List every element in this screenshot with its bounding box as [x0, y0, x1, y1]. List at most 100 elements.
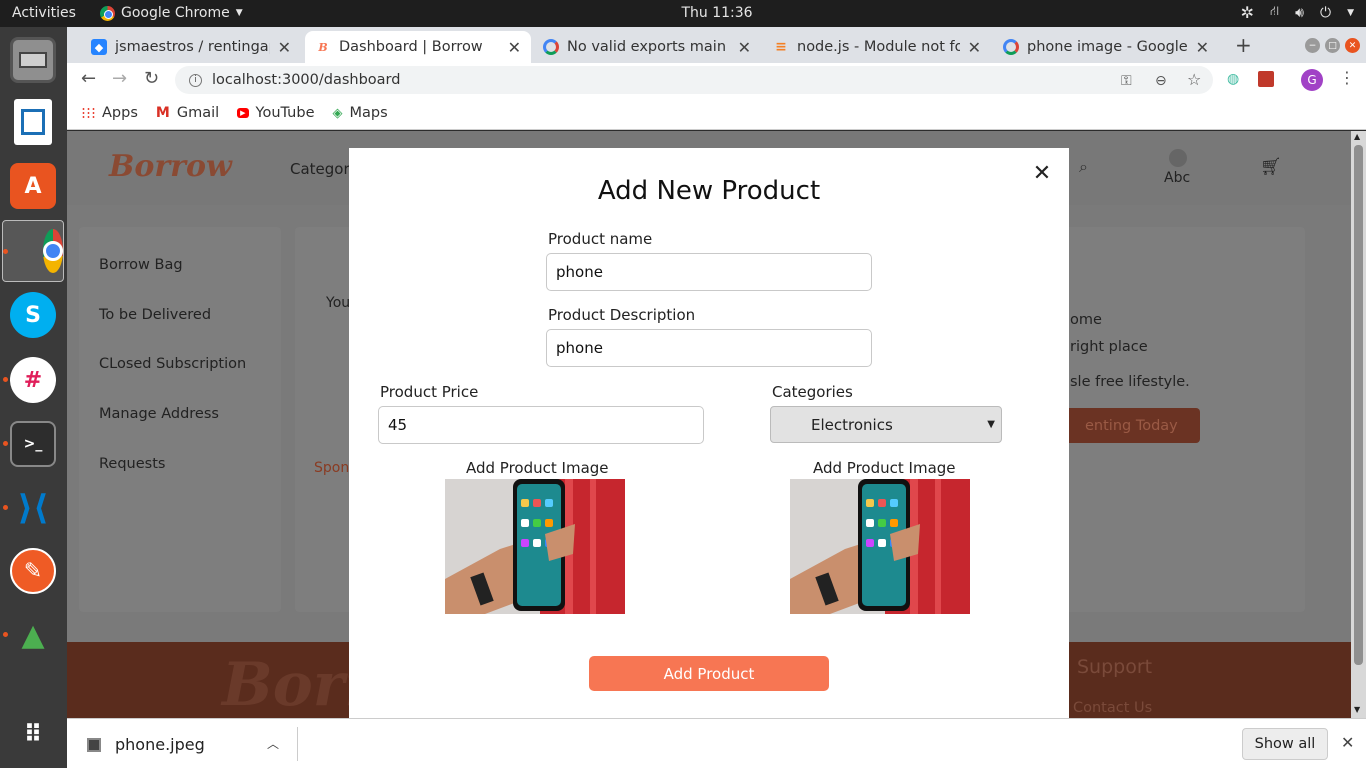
phone-photo: [445, 479, 625, 614]
skype-icon[interactable]: S: [10, 292, 56, 338]
footer-support-heading: Support: [1077, 656, 1153, 678]
phone-photo: [790, 479, 970, 614]
system-tray[interactable]: ✲ ⛙ 🔊︎ ⏻ ▼: [1241, 3, 1354, 22]
running-indicator: [3, 441, 8, 446]
sidebar-item-borrow-bag[interactable]: Borrow Bag: [99, 257, 183, 273]
main-text-partial: You: [326, 295, 351, 311]
close-window-icon[interactable]: ✕: [1345, 38, 1360, 53]
download-item[interactable]: phone.jpeg: [87, 735, 205, 754]
bookmark-gmail[interactable]: M Gmail: [156, 105, 219, 121]
postman-icon[interactable]: ✎: [10, 548, 56, 594]
tab-bitbucket[interactable]: ◆ jsmaestros / rentingapp ✕: [81, 31, 301, 63]
bookmark-youtube[interactable]: ▶ YouTube: [237, 105, 315, 121]
promo-line-2: right place: [1070, 339, 1148, 355]
accessibility-icon[interactable]: ✲: [1241, 3, 1254, 22]
nav-categories[interactable]: Categor: [290, 160, 350, 178]
product-description-input[interactable]: phone: [546, 329, 872, 367]
close-tab-icon[interactable]: ✕: [968, 38, 981, 57]
extension-icon[interactable]: ◍: [1227, 71, 1239, 87]
forward-icon[interactable]: →: [112, 68, 127, 89]
tab-phone-image[interactable]: phone image - Google Se ✕: [993, 31, 1219, 63]
google-icon: [543, 39, 559, 55]
clock[interactable]: Thu 11:36: [0, 5, 1366, 21]
promo-line-3: sle free lifestyle.: [1070, 374, 1190, 390]
files-icon[interactable]: [10, 37, 56, 83]
chevron-down-icon: ▼: [1347, 7, 1354, 18]
reload-icon[interactable]: ↻: [144, 68, 159, 89]
tab-nodejs-module[interactable]: ≡ node.js - Module not fou ✕: [763, 31, 991, 63]
divider: [297, 727, 298, 761]
product-price-input[interactable]: 45: [378, 406, 704, 444]
zoom-icon[interactable]: ⊖: [1155, 73, 1167, 89]
close-tab-icon[interactable]: ✕: [738, 38, 751, 57]
search-icon[interactable]: ⌕: [1079, 157, 1088, 177]
close-icon[interactable]: ✕: [1341, 733, 1354, 752]
writer-icon[interactable]: [14, 99, 52, 145]
tab-dashboard[interactable]: B Dashboard | Borrow ✕: [305, 31, 531, 63]
volume-icon: 🔊︎: [1295, 4, 1304, 21]
new-tab-button[interactable]: +: [1235, 33, 1252, 57]
product-image-1[interactable]: [445, 479, 625, 614]
sidebar-item-manage-address[interactable]: Manage Address: [99, 406, 219, 422]
add-product-button[interactable]: Add Product: [589, 656, 829, 691]
user-name[interactable]: Abc: [1164, 170, 1190, 186]
chrome-icon[interactable]: [2, 220, 64, 282]
categories-select[interactable]: Electronics ▼: [770, 406, 1002, 443]
scroll-down-icon[interactable]: ▼: [1354, 705, 1360, 714]
close-tab-icon[interactable]: ✕: [278, 38, 291, 57]
tab-strip: ◆ jsmaestros / rentingapp ✕ B Dashboard …: [67, 27, 1366, 63]
sidebar-item-to-be-delivered[interactable]: To be Delivered: [99, 307, 211, 323]
profile-avatar[interactable]: G: [1301, 69, 1323, 91]
key-icon[interactable]: ⚿: [1121, 73, 1132, 89]
tab-no-valid-exports[interactable]: No valid exports main fo ✕: [533, 31, 761, 63]
modal-title: Add New Product: [597, 176, 821, 206]
bookmark-apps[interactable]: Apps: [81, 105, 138, 121]
running-indicator: [3, 632, 8, 637]
url-path: :3000/dashboard: [277, 72, 401, 88]
close-tab-icon[interactable]: ✕: [1196, 38, 1209, 57]
product-price-label: Product Price: [380, 383, 479, 401]
chevron-up-icon[interactable]: ︿: [267, 735, 279, 752]
running-indicator: [3, 377, 8, 382]
scrollbar-thumb[interactable]: [1354, 145, 1363, 665]
user-avatar-icon[interactable]: [1169, 149, 1187, 167]
menu-icon[interactable]: ⋮: [1339, 68, 1355, 87]
stackoverflow-icon: ≡: [775, 39, 787, 55]
star-icon[interactable]: ☆: [1187, 70, 1201, 89]
product-name-input[interactable]: phone: [546, 253, 872, 291]
terminal-icon[interactable]: >_: [10, 421, 56, 467]
show-all-button[interactable]: Show all: [1242, 728, 1328, 760]
site-logo[interactable]: Borrow: [109, 149, 232, 184]
cart-icon[interactable]: 🛒︎: [1260, 157, 1282, 177]
back-icon[interactable]: ←: [81, 68, 96, 89]
vscode-icon[interactable]: ⟩⟨: [10, 485, 56, 531]
scroll-up-icon[interactable]: ▲: [1354, 132, 1360, 141]
product-image-2[interactable]: [790, 479, 970, 614]
minimize-icon[interactable]: −: [1305, 38, 1320, 53]
bookmarks-bar: Apps M Gmail ▶ YouTube ◈ Maps: [67, 97, 1366, 130]
product-image-label-2: Add Product Image: [813, 459, 956, 477]
dock: A S # >_ ⟩⟨ ✎ ▲ ⠿: [0, 27, 67, 768]
bitbucket-icon: ◆: [91, 39, 107, 55]
slack-icon[interactable]: #: [10, 357, 56, 403]
software-icon[interactable]: A: [10, 163, 56, 209]
sidebar-item-closed-subscription[interactable]: CLosed Subscription: [99, 356, 246, 372]
start-renting-button[interactable]: enting Today: [1065, 408, 1200, 443]
page-scrollbar[interactable]: ▲ ▼: [1351, 131, 1366, 718]
robo3t-icon[interactable]: ▲: [10, 612, 56, 658]
sidebar-item-requests[interactable]: Requests: [99, 456, 165, 472]
apps-grid-icon[interactable]: ⠿: [10, 711, 56, 757]
downloads-bar: phone.jpeg ︿ Show all ✕: [67, 718, 1366, 768]
gmail-icon: M: [155, 105, 170, 121]
chevron-down-icon: ▼: [987, 419, 995, 430]
address-bar[interactable]: i localhost:3000/dashboard ⚿ ⊖ ☆: [175, 66, 1213, 94]
info-icon[interactable]: i: [189, 73, 202, 87]
promo-line-1: ome: [1070, 312, 1102, 328]
extension-red-icon[interactable]: [1258, 71, 1274, 87]
bookmark-maps[interactable]: ◈ Maps: [333, 105, 388, 121]
maximize-icon[interactable]: □: [1325, 38, 1340, 53]
add-product-modal: ✕ Add New Product Product name phone Pro…: [349, 148, 1069, 718]
close-tab-icon[interactable]: ✕: [508, 38, 521, 57]
footer-contact-link[interactable]: Contact Us: [1073, 700, 1152, 716]
url-host: localhost: [212, 72, 278, 88]
